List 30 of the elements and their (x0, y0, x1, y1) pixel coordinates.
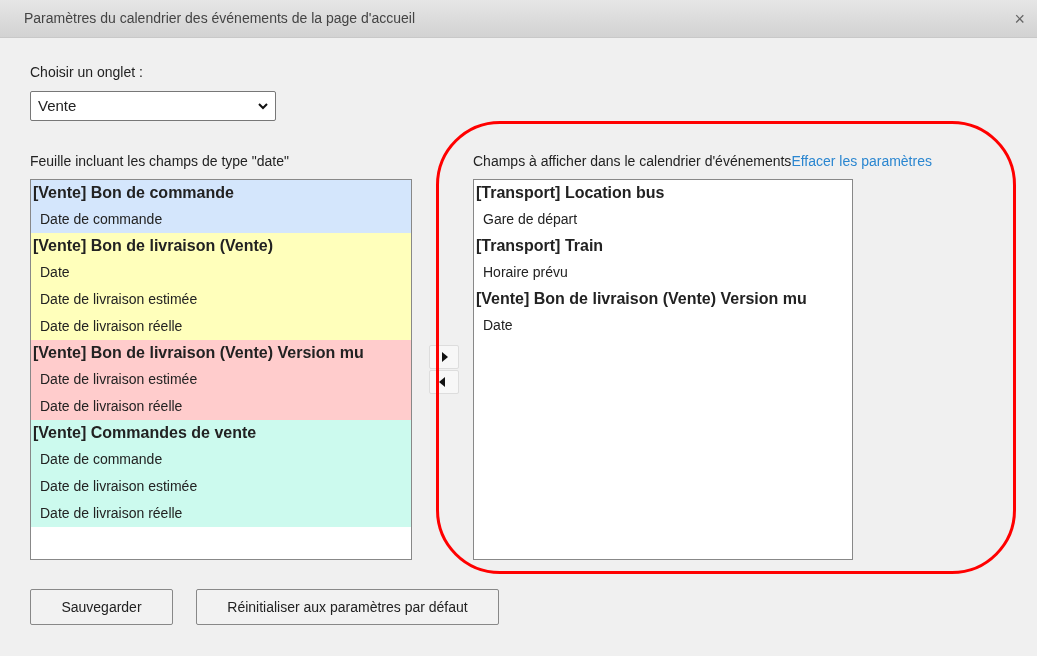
group-heading[interactable]: [Transport] Location bus (474, 180, 852, 206)
field-item[interactable]: Date de livraison réelle (31, 500, 411, 527)
group-heading[interactable]: [Vente] Commandes de vente (31, 420, 411, 446)
tab-select-label: Choisir un onglet : (30, 63, 144, 82)
group-heading[interactable]: [Vente] Bon de livraison (Vente) Version mu (31, 340, 411, 366)
field-item[interactable]: Date de livraison estimée (31, 366, 411, 393)
group-heading[interactable]: [Vente] Bon de commande (31, 180, 411, 206)
group-heading[interactable]: [Vente] Bon de livraison (Vente) (31, 233, 411, 259)
field-item[interactable]: Horaire prévu (474, 259, 852, 286)
field-item[interactable]: Date (31, 259, 411, 286)
field-item[interactable]: Date (474, 312, 852, 339)
group-heading[interactable]: [Transport] Train (474, 233, 852, 259)
group-heading[interactable]: [Vente] Bon de livraison (Vente) Version mu (474, 286, 852, 312)
close-button[interactable]: × (1014, 9, 1025, 28)
tab-select[interactable]: Vente (30, 91, 276, 121)
chevron-down-icon (258, 102, 268, 110)
field-item[interactable]: Gare de départ (474, 206, 852, 233)
window-title: Paramètres du calendrier des événements de la page d'accueil (24, 9, 415, 28)
field-item[interactable]: Date de livraison réelle (31, 313, 411, 340)
triangle-left-icon (438, 377, 445, 387)
target-list-label: Champs à afficher dans le calendrier d'événements (473, 152, 792, 171)
field-item[interactable]: Date de commande (31, 206, 411, 233)
field-item[interactable]: Date de livraison estimée (31, 286, 411, 313)
field-item[interactable]: Date de livraison réelle (31, 393, 411, 420)
source-list-label: Feuille incluant les champs de type "date" (30, 152, 290, 171)
reset-button[interactable]: Réinitialiser aux paramètres par défaut (196, 589, 499, 625)
field-item[interactable]: Date de commande (31, 446, 411, 473)
triangle-right-icon (441, 352, 448, 362)
field-item[interactable]: Date de livraison estimée (31, 473, 411, 500)
save-button[interactable]: Sauvegarder (30, 589, 173, 625)
